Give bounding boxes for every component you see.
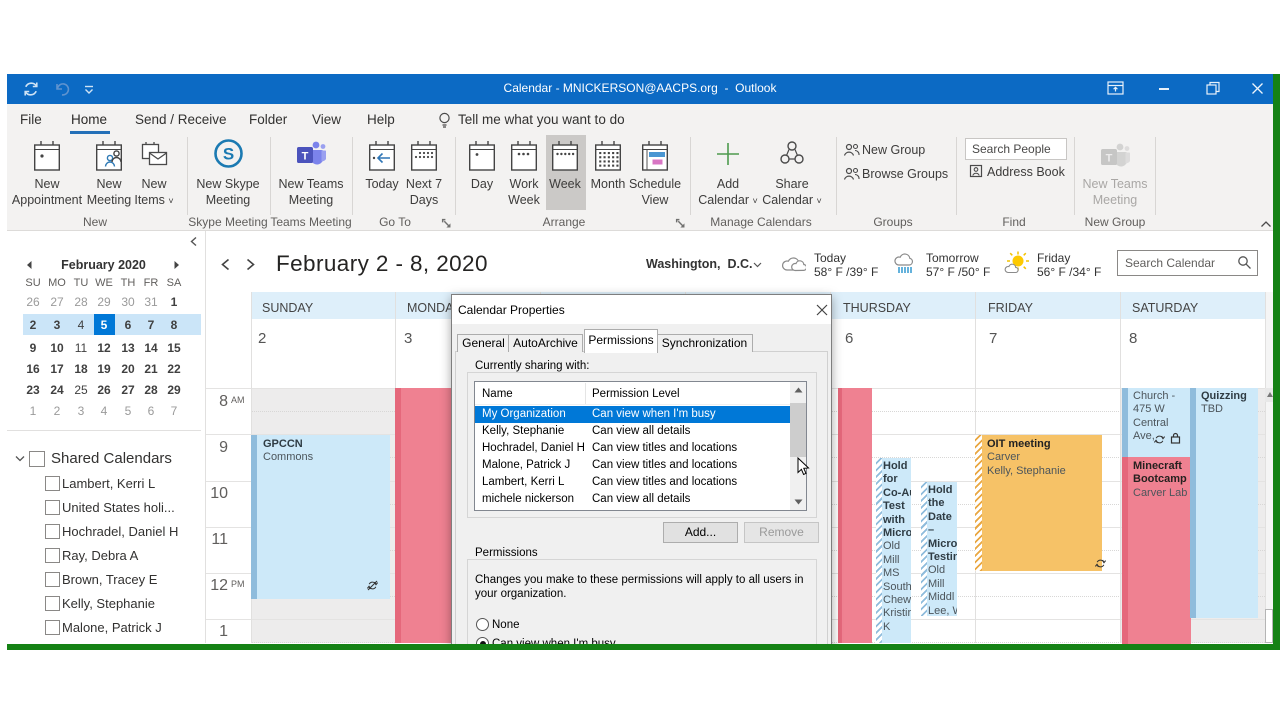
svg-text:S: S (223, 145, 234, 164)
svg-text:T: T (302, 151, 309, 163)
svg-text:T: T (1106, 153, 1113, 165)
